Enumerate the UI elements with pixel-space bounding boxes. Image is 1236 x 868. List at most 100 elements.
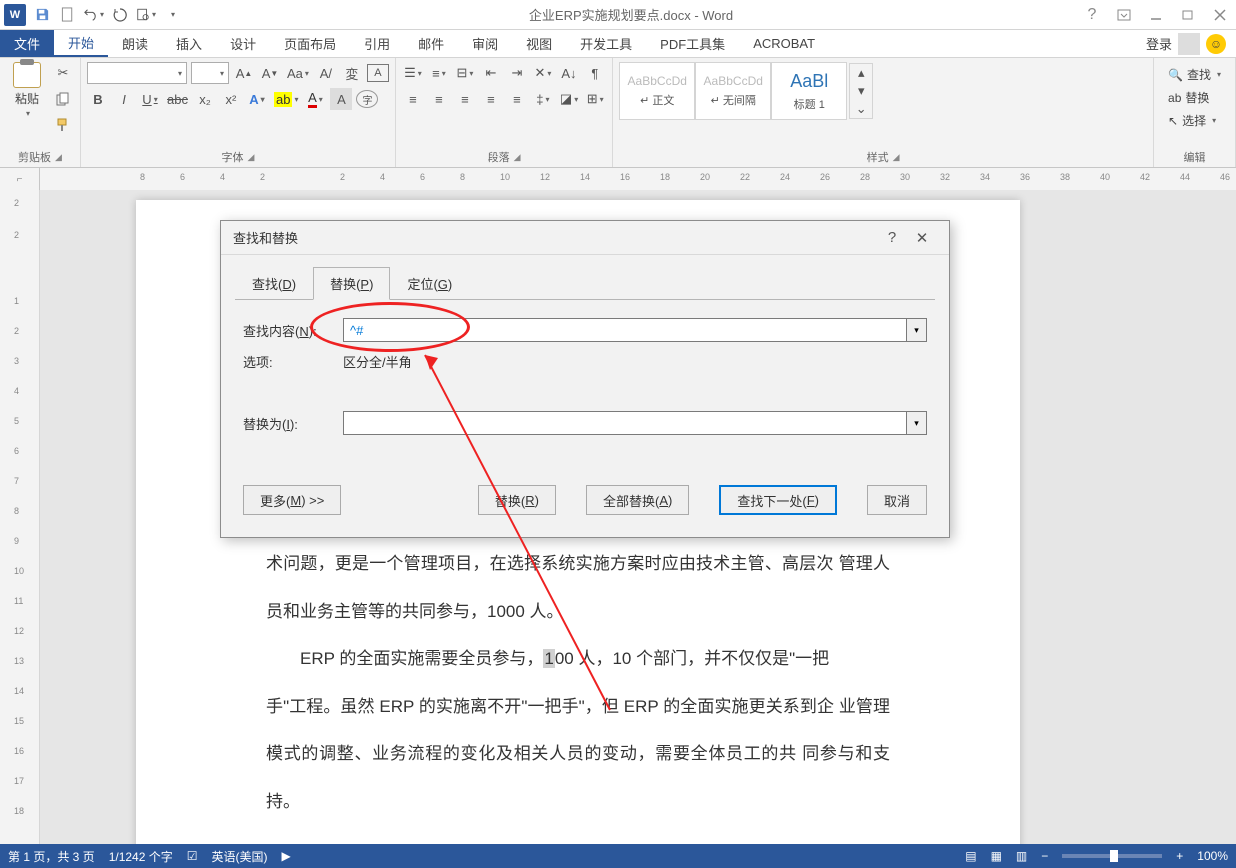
- tab-review[interactable]: 审阅: [458, 30, 512, 57]
- bold-button[interactable]: B: [87, 88, 109, 110]
- italic-button[interactable]: I: [113, 88, 135, 110]
- font-color-icon[interactable]: A▾: [304, 88, 326, 110]
- shrink-font-icon[interactable]: A▼: [259, 62, 281, 84]
- tab-acrobat[interactable]: ACROBAT: [739, 30, 829, 57]
- find-dropdown-icon[interactable]: ▾: [907, 318, 927, 342]
- tab-mailings[interactable]: 邮件: [404, 30, 458, 57]
- tab-home[interactable]: 开始: [54, 30, 108, 57]
- ribbon-display-icon[interactable]: [1112, 3, 1136, 27]
- tab-layout[interactable]: 页面布局: [270, 30, 350, 57]
- enclose-char-icon[interactable]: 字: [356, 90, 378, 108]
- find-next-button[interactable]: 查找下一处(F): [719, 485, 837, 515]
- style-heading1[interactable]: AaBl标题 1: [771, 62, 847, 120]
- dialog-titlebar[interactable]: 查找和替换 ? ✕: [221, 221, 949, 255]
- styles-launcher-icon[interactable]: ◢: [893, 152, 900, 163]
- login-area[interactable]: 登录 ☺: [1146, 30, 1236, 57]
- grow-font-icon[interactable]: A▲: [233, 62, 255, 84]
- font-size-combo[interactable]: ▾: [191, 62, 229, 84]
- replace-dropdown-icon[interactable]: ▾: [907, 411, 927, 435]
- zoom-level[interactable]: 100%: [1197, 849, 1228, 863]
- show-marks-icon[interactable]: ¶: [584, 62, 606, 84]
- styles-scroll-down-icon[interactable]: ▾: [850, 82, 872, 100]
- replace-button[interactable]: ab替换: [1164, 87, 1225, 108]
- highlight-icon[interactable]: ab▾: [272, 88, 300, 110]
- phonetic-icon[interactable]: 変: [341, 62, 363, 84]
- superscript-button[interactable]: x²: [220, 88, 242, 110]
- style-gallery[interactable]: AaBbCcDd↵ 正文 AaBbCcDd↵ 无间隔 AaBl标题 1: [619, 62, 847, 120]
- font-launcher-icon[interactable]: ◢: [248, 152, 255, 163]
- smiley-icon[interactable]: ☺: [1206, 34, 1226, 54]
- multilevel-icon[interactable]: ⊟▾: [454, 62, 476, 84]
- copy-icon[interactable]: [52, 88, 74, 110]
- word-count[interactable]: 1/1242 个字: [109, 848, 173, 865]
- tab-pdf[interactable]: PDF工具集: [646, 30, 739, 57]
- undo-icon[interactable]: ▾: [84, 5, 104, 25]
- redo-icon[interactable]: [110, 5, 130, 25]
- qat-customize-icon[interactable]: ▾: [162, 5, 182, 25]
- borders-icon[interactable]: ⊞▾: [584, 88, 606, 110]
- maximize-icon[interactable]: [1176, 3, 1200, 27]
- underline-button[interactable]: U▾: [139, 88, 161, 110]
- tab-insert[interactable]: 插入: [162, 30, 216, 57]
- cancel-button[interactable]: 取消: [867, 485, 927, 515]
- paragraph-launcher-icon[interactable]: ◢: [514, 152, 521, 163]
- shading-icon[interactable]: ◪▾: [558, 88, 580, 110]
- dialog-help-icon[interactable]: ?: [877, 223, 907, 253]
- styles-expand-icon[interactable]: ⌄: [850, 100, 872, 118]
- text-direction-icon[interactable]: ✕▾: [532, 62, 554, 84]
- clear-format-icon[interactable]: A/: [315, 62, 337, 84]
- page-count[interactable]: 第 1 页，共 3 页: [8, 848, 95, 865]
- find-button[interactable]: 🔍查找▾: [1164, 64, 1225, 85]
- view-print-icon[interactable]: ▦: [991, 849, 1002, 863]
- replace-with-input[interactable]: [343, 411, 907, 435]
- tab-design[interactable]: 设计: [216, 30, 270, 57]
- align-right-icon[interactable]: ≡: [454, 88, 476, 110]
- text-effects-icon[interactable]: A▾: [246, 88, 268, 110]
- language[interactable]: 英语(美国): [212, 848, 268, 865]
- new-doc-icon[interactable]: [58, 5, 78, 25]
- change-case-icon[interactable]: Aa▾: [285, 62, 311, 84]
- minimize-icon[interactable]: [1144, 3, 1168, 27]
- select-button[interactable]: ↖选择▾: [1164, 110, 1225, 131]
- format-painter-icon[interactable]: [52, 114, 74, 136]
- tab-references[interactable]: 引用: [350, 30, 404, 57]
- subscript-button[interactable]: x₂: [194, 88, 216, 110]
- zoom-in-icon[interactable]: +: [1176, 849, 1183, 863]
- decrease-indent-icon[interactable]: ⇤: [480, 62, 502, 84]
- dialog-tab-replace[interactable]: 替换(P): [313, 267, 390, 300]
- dialog-tab-find[interactable]: 查找(D): [235, 267, 313, 300]
- dialog-tab-goto[interactable]: 定位(G): [390, 267, 469, 300]
- align-center-icon[interactable]: ≡: [428, 88, 450, 110]
- tab-read[interactable]: 朗读: [108, 30, 162, 57]
- align-left-icon[interactable]: ≡: [402, 88, 424, 110]
- spellcheck-icon[interactable]: ☑: [187, 849, 198, 863]
- view-read-icon[interactable]: ▤: [965, 849, 976, 863]
- save-icon[interactable]: [32, 5, 52, 25]
- numbering-icon[interactable]: ≡▾: [428, 62, 450, 84]
- print-preview-icon[interactable]: ▾: [136, 5, 156, 25]
- close-icon[interactable]: [1208, 3, 1232, 27]
- macro-icon[interactable]: ▶: [282, 849, 291, 863]
- tab-view[interactable]: 视图: [512, 30, 566, 57]
- zoom-slider[interactable]: [1062, 854, 1162, 858]
- ruler-h-scale[interactable]: 8 6 4 2 2 4 6 8 10 12 14 16 18 20 22 24 …: [40, 168, 1236, 190]
- char-border-icon[interactable]: A: [367, 64, 389, 82]
- char-shading-icon[interactable]: A: [330, 88, 352, 110]
- paste-button[interactable]: 粘贴 ▾: [6, 62, 48, 118]
- line-spacing-icon[interactable]: ‡▾: [532, 88, 554, 110]
- replace-one-button[interactable]: 替换(R): [478, 485, 556, 515]
- help-icon[interactable]: ?: [1080, 3, 1104, 27]
- more-button[interactable]: 更多(M) >>: [243, 485, 341, 515]
- increase-indent-icon[interactable]: ⇥: [506, 62, 528, 84]
- font-family-combo[interactable]: ▾: [87, 62, 187, 84]
- find-what-input[interactable]: [343, 318, 907, 342]
- style-no-spacing[interactable]: AaBbCcDd↵ 无间隔: [695, 62, 771, 120]
- styles-scroll-up-icon[interactable]: ▴: [850, 64, 872, 82]
- sort-icon[interactable]: A↓: [558, 62, 580, 84]
- view-web-icon[interactable]: ▥: [1016, 849, 1027, 863]
- zoom-out-icon[interactable]: −: [1041, 849, 1048, 863]
- strike-button[interactable]: abc: [165, 88, 190, 110]
- ruler-vertical[interactable]: 2 2 1 2 3 4 5 6 7 8 9 10 11 12 13 14 15 …: [0, 190, 40, 844]
- tab-file[interactable]: 文件: [0, 30, 54, 57]
- replace-all-button[interactable]: 全部替换(A): [586, 485, 689, 515]
